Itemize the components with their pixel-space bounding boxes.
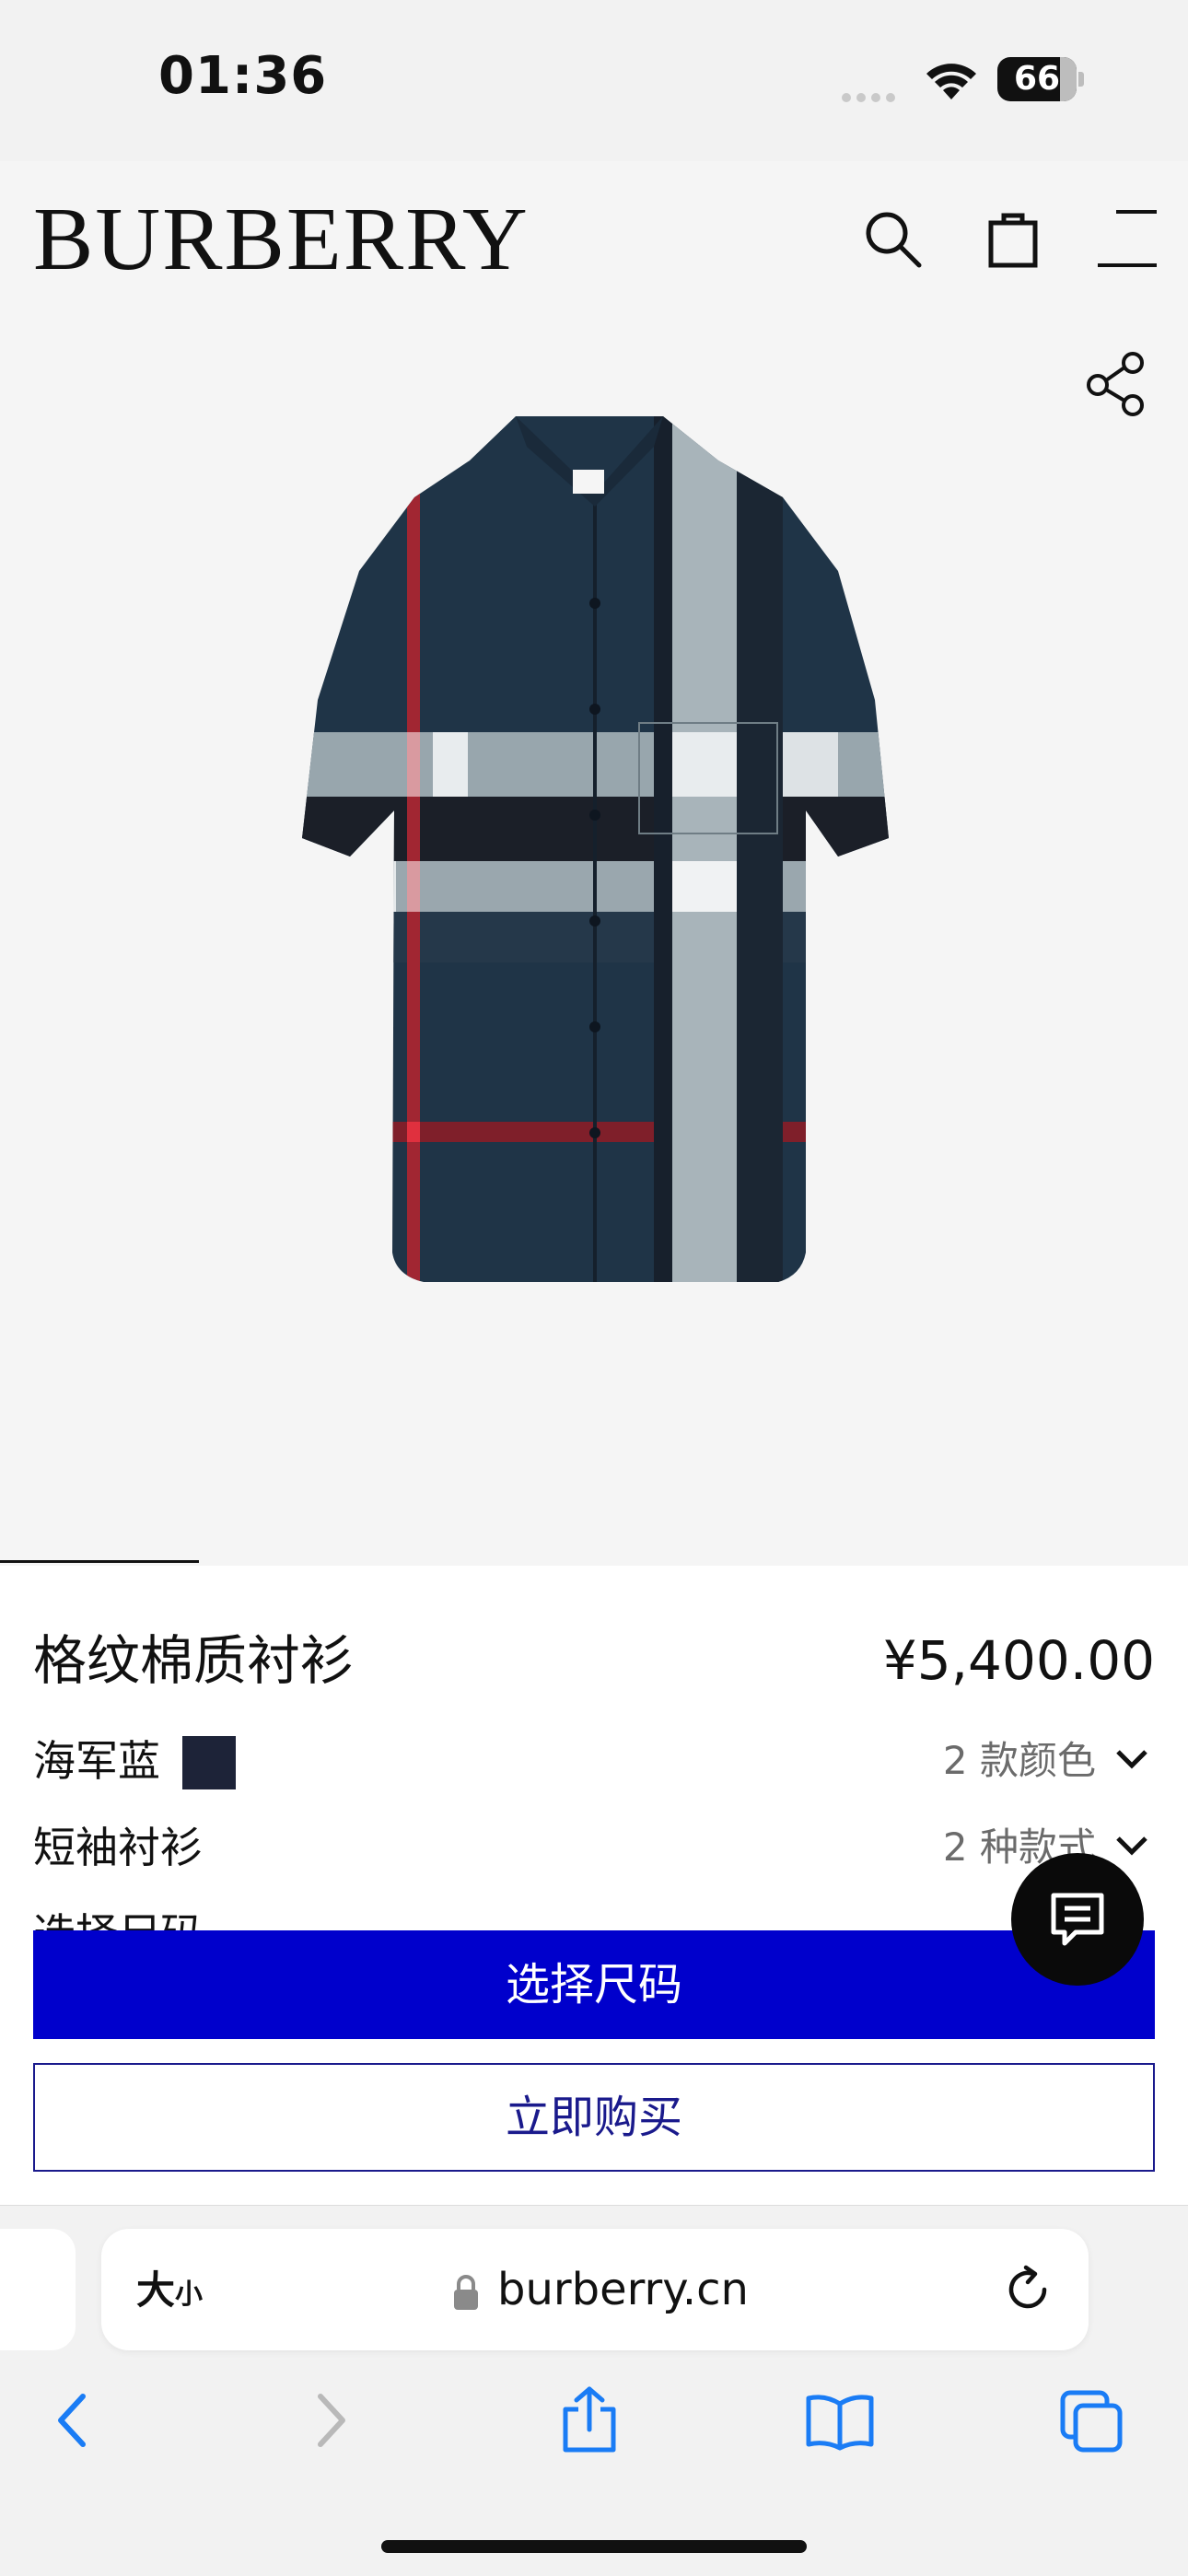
chat-button[interactable] bbox=[1011, 1853, 1144, 1986]
color-name: 海军蓝 bbox=[33, 1736, 160, 1786]
color-swatch[interactable] bbox=[182, 1736, 236, 1789]
battery-indicator: 66 bbox=[997, 57, 1077, 101]
menu-button[interactable] bbox=[1094, 206, 1160, 273]
previous-tab-preview[interactable] bbox=[0, 2229, 76, 2350]
style-name: 短袖衬衫 bbox=[33, 1823, 203, 1872]
share-icon bbox=[1087, 352, 1144, 416]
shopping-bag-button[interactable] bbox=[980, 206, 1046, 273]
select-size-button[interactable]: 选择尺码 bbox=[33, 1930, 1155, 2039]
lock-icon bbox=[451, 2273, 481, 2315]
forward-icon[interactable] bbox=[313, 2391, 350, 2454]
product-title: 格纹棉质衬衫 bbox=[33, 1629, 355, 1692]
brand-logo[interactable]: BURBERRY bbox=[33, 193, 530, 286]
home-indicator[interactable] bbox=[381, 2540, 807, 2553]
image-carousel-indicator bbox=[0, 1560, 199, 1563]
chat-icon bbox=[1051, 1893, 1104, 1946]
shopping-bag-icon bbox=[988, 213, 1038, 268]
text-size-button[interactable]: 大小 bbox=[136, 2267, 203, 2318]
status-time: 01:36 bbox=[158, 46, 328, 106]
tabs-icon[interactable] bbox=[1059, 2389, 1124, 2457]
color-options-toggle[interactable]: 2 款颜色 bbox=[943, 1733, 1096, 1789]
buy-now-button[interactable]: 立即购买 bbox=[33, 2063, 1155, 2172]
share-button[interactable] bbox=[1083, 350, 1151, 418]
menu-icon bbox=[1098, 210, 1157, 267]
reload-icon[interactable] bbox=[1000, 2262, 1055, 2317]
back-icon[interactable] bbox=[53, 2391, 90, 2454]
wifi-icon bbox=[923, 59, 980, 105]
product-image[interactable] bbox=[285, 405, 903, 1317]
url-text[interactable]: burberry.cn bbox=[497, 2262, 749, 2317]
search-button[interactable] bbox=[860, 206, 926, 273]
search-icon bbox=[866, 212, 922, 268]
cellular-signal-icon bbox=[842, 88, 901, 106]
share-sheet-icon[interactable] bbox=[558, 2385, 621, 2459]
chevron-down-icon[interactable] bbox=[1114, 1748, 1149, 1774]
battery-tip bbox=[1078, 72, 1084, 87]
bookmarks-icon[interactable] bbox=[805, 2393, 875, 2455]
product-price: ¥5,400.00 bbox=[882, 1629, 1155, 1692]
